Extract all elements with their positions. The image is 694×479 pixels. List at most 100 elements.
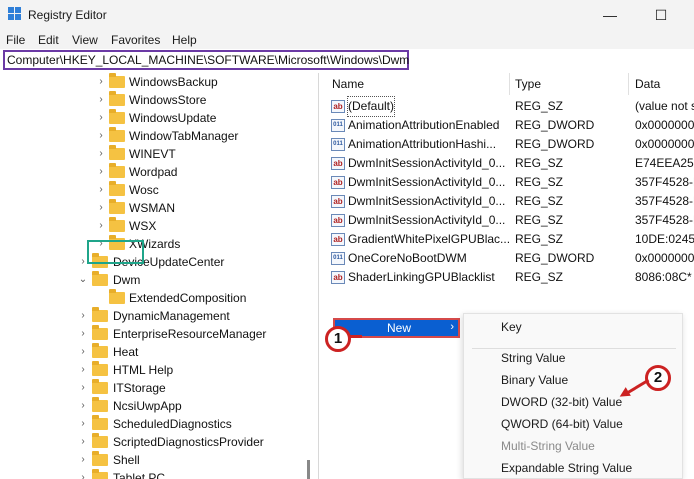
- expand-chevron-icon[interactable]: ›: [96, 127, 106, 145]
- value-row[interactable]: ab ShaderLinkingGPUBlacklist REG_SZ 8086…: [325, 268, 694, 287]
- tree-item[interactable]: › EnterpriseResourceManager: [0, 325, 318, 343]
- expand-chevron-icon[interactable]: ›: [78, 325, 88, 343]
- expand-chevron-icon[interactable]: ›: [78, 415, 88, 433]
- tree-item[interactable]: › WindowsStore: [0, 91, 318, 109]
- column-header-data[interactable]: Data: [635, 73, 660, 95]
- menu-favorites[interactable]: Favorites: [111, 33, 160, 47]
- submenu-item-expandable-string-value[interactable]: Expandable String Value: [501, 461, 632, 475]
- expand-chevron-icon[interactable]: ›: [96, 73, 106, 91]
- folder-icon: [109, 91, 125, 106]
- tree-item[interactable]: ExtendedComposition: [0, 289, 318, 307]
- new-submenu: Key String Value Binary Value DWORD (32-…: [463, 313, 683, 479]
- expand-chevron-icon[interactable]: ›: [96, 109, 106, 127]
- tree-item[interactable]: › Heat: [0, 343, 318, 361]
- tree-item[interactable]: › WindowsBackup: [0, 73, 318, 91]
- expand-chevron-icon[interactable]: ›: [96, 199, 106, 217]
- value-row[interactable]: 011 AnimationAttributionHashi... REG_DWO…: [325, 135, 694, 154]
- value-data: 0x00000001: [635, 118, 694, 132]
- expand-chevron-icon[interactable]: ›: [96, 163, 106, 181]
- tree-item[interactable]: › Wosc: [0, 181, 318, 199]
- value-row[interactable]: ab GradientWhitePixelGPUBlac... REG_SZ 1…: [325, 230, 694, 249]
- column-header-type[interactable]: Type: [515, 73, 541, 95]
- column-separator[interactable]: [628, 73, 629, 95]
- value-type: REG_SZ: [515, 156, 564, 170]
- value-type: REG_SZ: [515, 99, 564, 113]
- tree-item[interactable]: › HTML Help: [0, 361, 318, 379]
- submenu-item-dword-value[interactable]: DWORD (32-bit) Value: [501, 395, 622, 409]
- value-row[interactable]: 011 AnimationAttributionEnabled REG_DWOR…: [325, 116, 694, 135]
- key-tree: › WindowsBackup › WindowsStore › Windows…: [0, 73, 318, 479]
- tree-item[interactable]: › WINEVT: [0, 145, 318, 163]
- tree-item[interactable]: › WSMAN: [0, 199, 318, 217]
- column-separator[interactable]: [509, 73, 510, 95]
- value-data: (value not s: [635, 99, 694, 113]
- folder-icon: [109, 127, 125, 142]
- minimize-button[interactable]: —: [595, 4, 625, 26]
- callout-badge-2: 2: [645, 365, 671, 391]
- submenu-item-binary-value[interactable]: Binary Value: [501, 373, 568, 387]
- tree-item[interactable]: › WSX: [0, 217, 318, 235]
- tree-item[interactable]: › ScriptedDiagnosticsProvider: [0, 433, 318, 451]
- folder-icon: [92, 433, 108, 448]
- folder-icon: [92, 451, 108, 466]
- menu-bar: File Edit View Favorites Help: [0, 30, 694, 49]
- submenu-item-string-value[interactable]: String Value: [501, 351, 565, 365]
- expand-chevron-icon[interactable]: ›: [78, 361, 88, 379]
- value-name: AnimationAttributionHashi...: [348, 137, 497, 151]
- expand-chevron-icon[interactable]: ›: [78, 433, 88, 451]
- expand-chevron-icon[interactable]: ›: [96, 217, 106, 235]
- expand-chevron-icon[interactable]: ›: [96, 145, 106, 163]
- folder-icon: [92, 397, 108, 412]
- value-row[interactable]: ab (Default) REG_SZ (value not s: [325, 96, 694, 117]
- string-value-icon: ab: [331, 233, 345, 246]
- maximize-button[interactable]: ☐: [646, 4, 676, 26]
- binary-value-icon: 011: [331, 138, 345, 151]
- value-row[interactable]: ab DwmInitSessionActivityId_0... REG_SZ …: [325, 192, 694, 211]
- expand-chevron-icon[interactable]: ›: [78, 451, 88, 469]
- tree-item-label: DynamicManagement: [113, 309, 230, 323]
- menu-view[interactable]: View: [72, 33, 98, 47]
- tree-item-label: Shell: [113, 453, 140, 467]
- submenu-item-key[interactable]: Key: [501, 320, 522, 334]
- string-value-icon: ab: [331, 214, 345, 227]
- value-row[interactable]: ab DwmInitSessionActivityId_0... REG_SZ …: [325, 211, 694, 230]
- expand-chevron-icon[interactable]: ›: [78, 469, 88, 479]
- submenu-item-qword-value[interactable]: QWORD (64-bit) Value: [501, 417, 623, 431]
- menu-help[interactable]: Help: [172, 33, 197, 47]
- tree-scrollbar[interactable]: [307, 460, 310, 479]
- expand-chevron-icon[interactable]: ›: [78, 343, 88, 361]
- tree-item[interactable]: › Tablet PC: [0, 469, 318, 479]
- tree-item[interactable]: › WindowTabManager: [0, 127, 318, 145]
- value-data: 0x00000000: [635, 251, 694, 265]
- tree-item-label: WindowTabManager: [129, 129, 239, 143]
- tree-item[interactable]: › XWizards: [0, 235, 318, 253]
- expand-chevron-icon[interactable]: ›: [96, 181, 106, 199]
- menu-file[interactable]: File: [6, 33, 25, 47]
- expand-chevron-icon[interactable]: ›: [78, 397, 88, 415]
- folder-icon: [92, 415, 108, 430]
- expand-chevron-icon[interactable]: ›: [78, 379, 88, 397]
- tree-item[interactable]: › DynamicManagement: [0, 307, 318, 325]
- tree-item[interactable]: › WindowsUpdate: [0, 109, 318, 127]
- expand-chevron-icon[interactable]: ›: [78, 307, 88, 325]
- column-header-name[interactable]: Name: [332, 73, 364, 95]
- value-type: REG_SZ: [515, 270, 564, 284]
- tree-item[interactable]: › NcsiUwpApp: [0, 397, 318, 415]
- tree-item[interactable]: › ITStorage: [0, 379, 318, 397]
- folder-icon: [92, 361, 108, 376]
- tree-item[interactable]: › ScheduledDiagnostics: [0, 415, 318, 433]
- submenu-item-multi-string-value[interactable]: Multi-String Value: [501, 439, 595, 453]
- value-row[interactable]: ab DwmInitSessionActivityId_0... REG_SZ …: [325, 154, 694, 173]
- tree-item[interactable]: › Shell: [0, 451, 318, 469]
- tree-item[interactable]: › DeviceUpdateCenter: [0, 253, 318, 271]
- tree-item-dwm[interactable]: ⌄ Dwm: [0, 271, 318, 289]
- expand-chevron-icon[interactable]: ›: [96, 91, 106, 109]
- menu-edit[interactable]: Edit: [38, 33, 59, 47]
- address-bar[interactable]: Computer\HKEY_LOCAL_MACHINE\SOFTWARE\Mic…: [3, 50, 409, 70]
- pane-divider[interactable]: [318, 73, 319, 479]
- value-row[interactable]: 011 OneCoreNoBootDWM REG_DWORD 0x0000000…: [325, 249, 694, 268]
- string-value-icon: ab: [331, 157, 345, 170]
- value-row[interactable]: ab DwmInitSessionActivityId_0... REG_SZ …: [325, 173, 694, 192]
- tree-item[interactable]: › Wordpad: [0, 163, 318, 181]
- collapse-chevron-icon[interactable]: ⌄: [78, 271, 88, 289]
